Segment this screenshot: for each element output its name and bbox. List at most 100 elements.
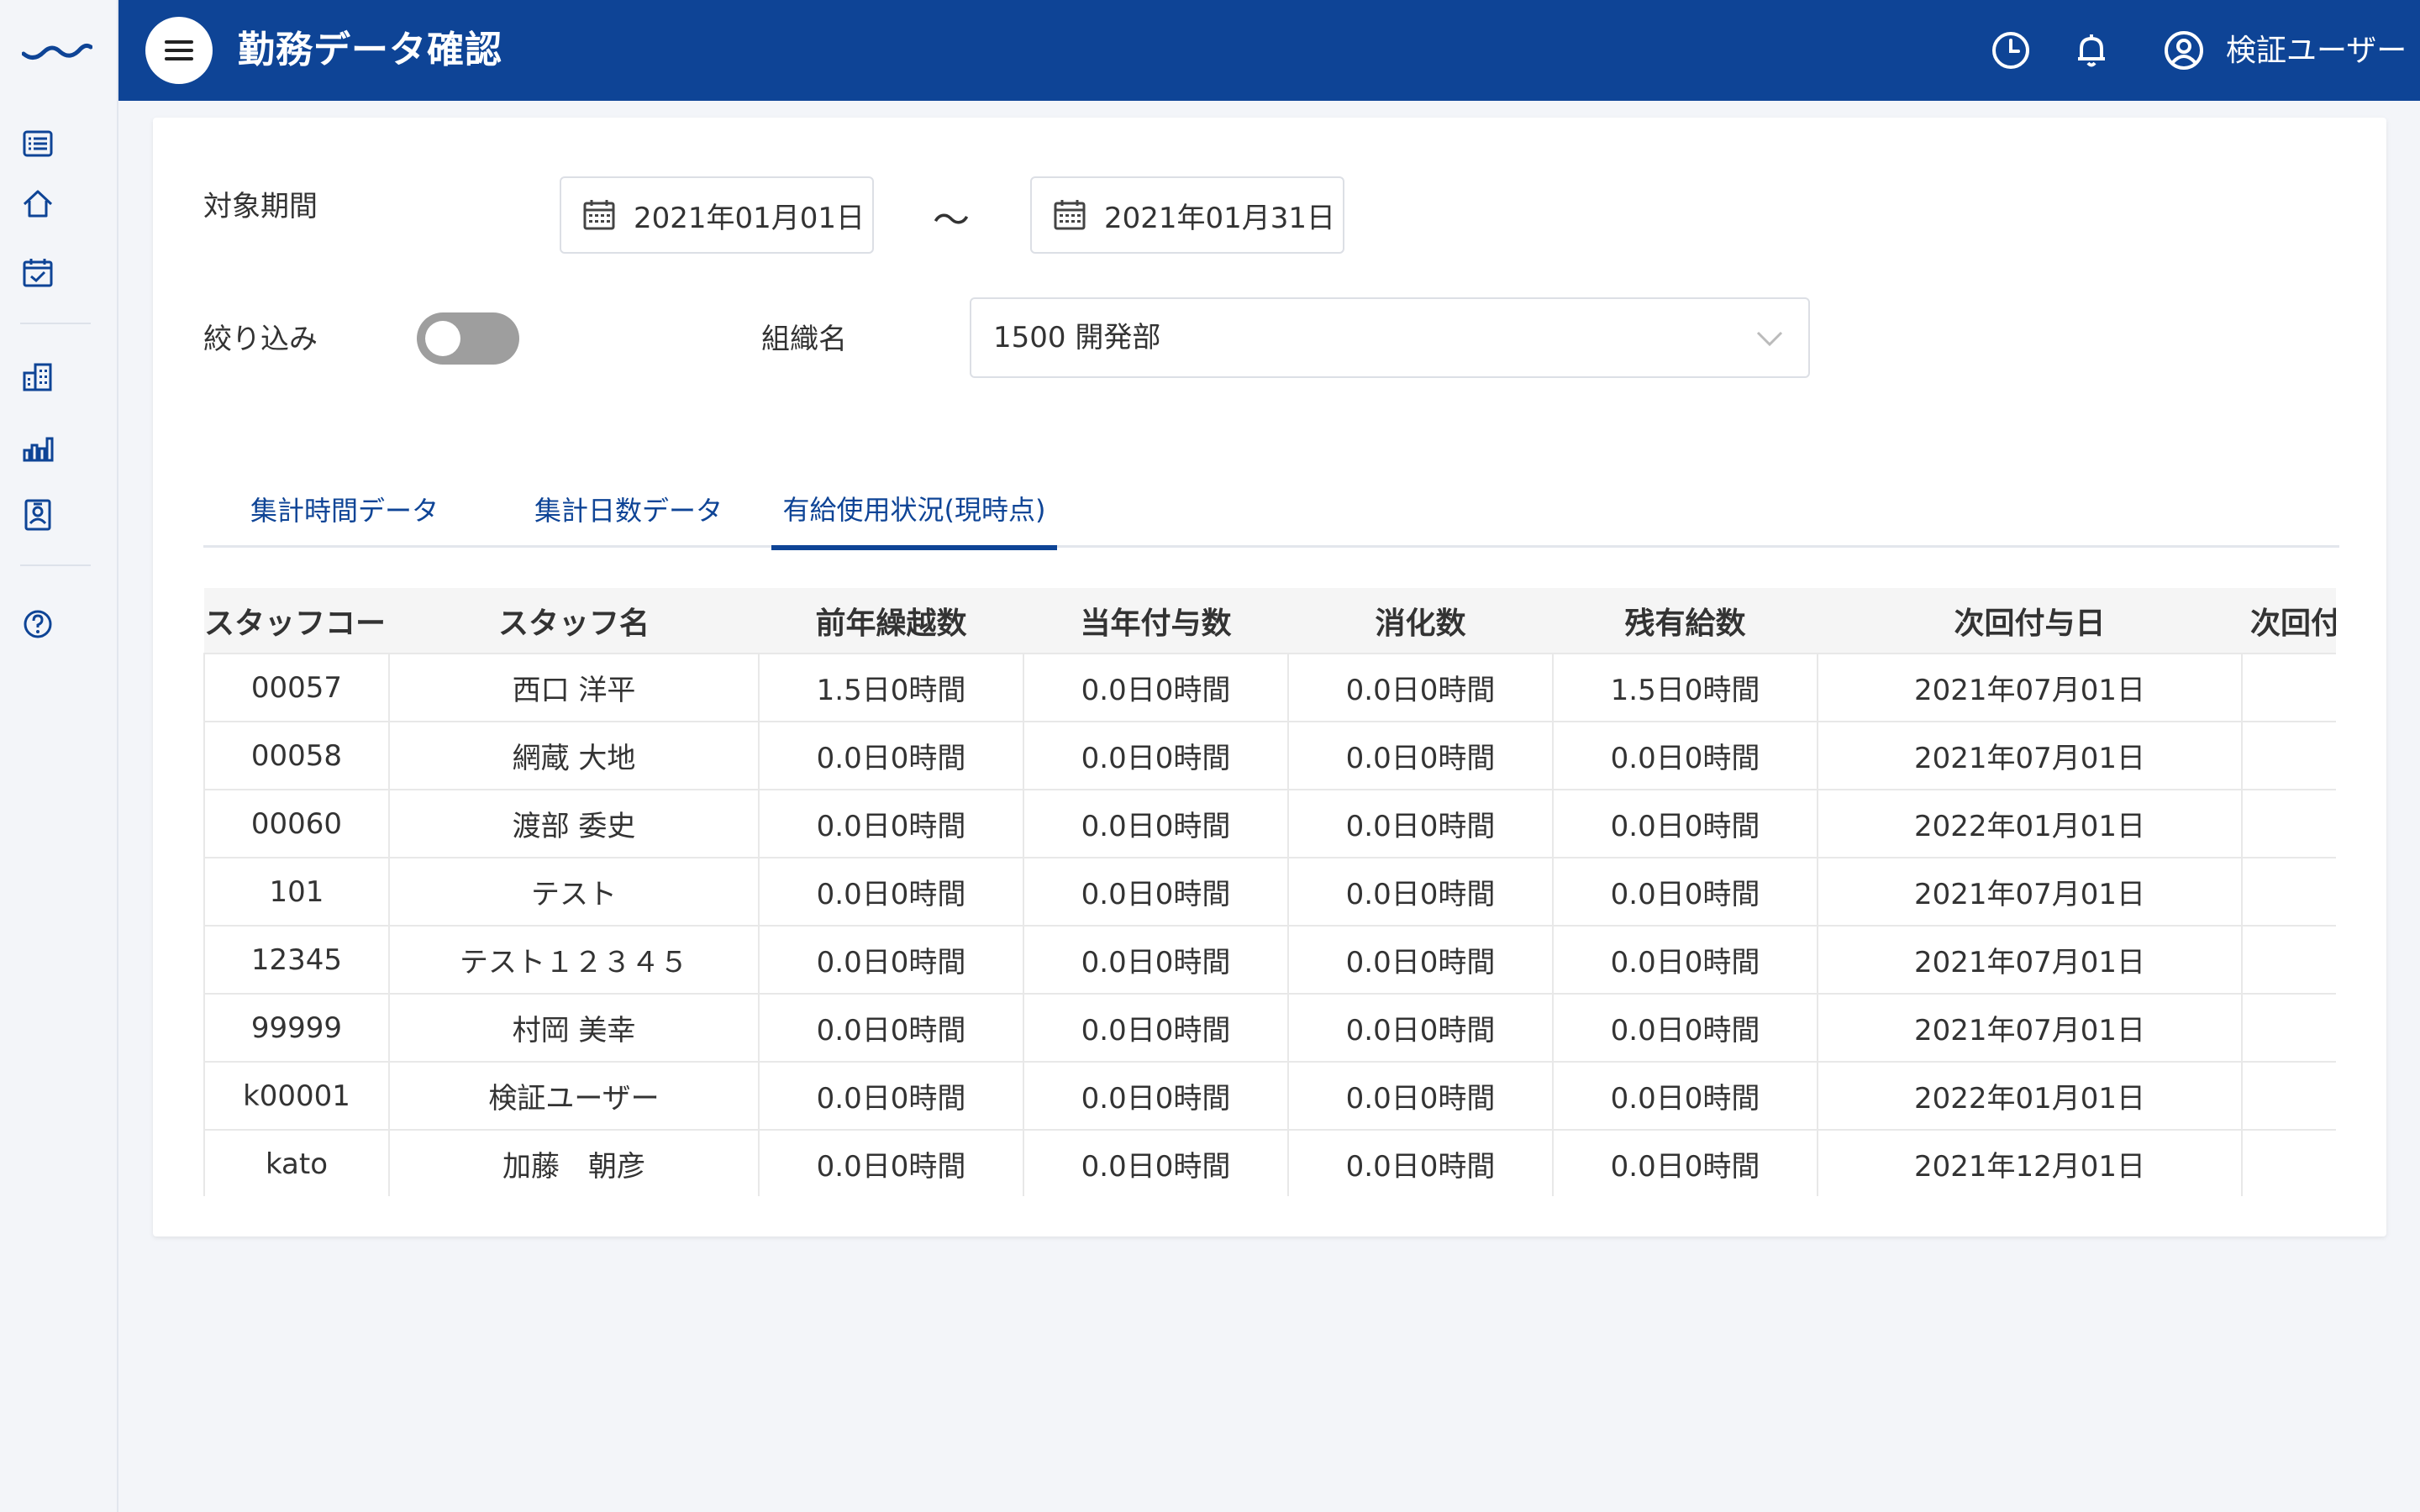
calendar-icon	[1054, 200, 1086, 230]
table-cell: 0.0日0時間	[1023, 1061, 1289, 1131]
table-cell: 0.0日0時間	[1287, 993, 1554, 1063]
table-cell: 99999	[203, 993, 390, 1063]
table-cell	[2241, 653, 2336, 722]
end-date-picker[interactable]: 2021年01月31日	[1030, 176, 1344, 254]
table-cell: 2022年01月01日	[1817, 1061, 2243, 1131]
table-cell: 0.0日0時間	[1552, 857, 1818, 927]
bar-chart-icon[interactable]	[20, 430, 55, 465]
table-cell: 2022年01月01日	[1817, 789, 2243, 858]
table-row[interactable]: 00058 網蔵 大地 0.0日0時間 0.0日0時間 0.0日0時間 0.0日0時間 20…	[203, 721, 2336, 790]
bell-icon[interactable]	[2070, 29, 2113, 72]
table-cell: 加藤 朝彦	[388, 1129, 760, 1196]
org-select[interactable]: 1500 開発部	[970, 297, 1810, 378]
start-date-value: 2021年01月01日	[634, 201, 865, 235]
table-cell: テスト	[388, 857, 760, 927]
tab-aggregate-days[interactable]: 集計日数データ	[486, 470, 771, 548]
table-cell	[2241, 925, 2336, 995]
table-cell: 網蔵 大地	[388, 721, 760, 790]
list-icon[interactable]	[20, 126, 55, 161]
table-cell: 0.0日0時間	[1023, 993, 1289, 1063]
table-cell: 村岡 美幸	[388, 993, 760, 1063]
wave-logo-icon[interactable]	[22, 37, 92, 62]
paid-leave-table: スタッフコード スタッフ名 前年繰越数 当年付与数 消化数 残有給数 次回付与日…	[203, 588, 2336, 1196]
table-cell: 1.5日0時間	[1552, 653, 1818, 722]
column-header[interactable]: 当年付与数	[1023, 588, 1288, 654]
period-label: 対象期間	[203, 190, 318, 223]
table-cell: 0.0日0時間	[758, 857, 1024, 927]
table-row[interactable]: kato 加藤 朝彦 0.0日0時間 0.0日0時間 0.0日0時間 0.0日0時間 202…	[203, 1129, 2336, 1196]
menu-button[interactable]	[145, 17, 213, 84]
table-cell: 00057	[203, 653, 390, 722]
column-header[interactable]: スタッフ名	[389, 588, 759, 654]
table-cell: 0.0日0時間	[1023, 925, 1289, 995]
sidebar	[0, 0, 118, 1512]
column-header[interactable]: 前年繰越数	[759, 588, 1023, 654]
column-header[interactable]: 次回付与日	[1818, 588, 2242, 654]
column-header[interactable]: 残有給数	[1553, 588, 1818, 654]
table-cell: 1.5日0時間	[758, 653, 1024, 722]
narrow-toggle[interactable]	[417, 312, 519, 365]
table-header-row: スタッフコード スタッフ名 前年繰越数 当年付与数 消化数 残有給数 次回付与日…	[204, 588, 2336, 654]
table-cell: 2021年07月01日	[1817, 653, 2243, 722]
table-cell: 0.0日0時間	[1552, 993, 1818, 1063]
org-label: 組織名	[761, 323, 847, 356]
table-cell: 0.0日0時間	[1023, 857, 1289, 927]
table-row[interactable]: 99999 村岡 美幸 0.0日0時間 0.0日0時間 0.0日0時間 0.0日0時間 20…	[203, 993, 2336, 1063]
table-cell: 2021年12月01日	[1817, 1129, 2243, 1196]
table-cell: 2021年07月01日	[1817, 857, 2243, 927]
table-cell: テスト１２３４５	[388, 925, 760, 995]
table-cell: 0.0日0時間	[1023, 721, 1289, 790]
app-header: 勤務データ確認 検証ユーザー	[118, 0, 2420, 101]
start-date-picker[interactable]: 2021年01月01日	[560, 176, 874, 254]
id-badge-icon[interactable]	[20, 497, 55, 533]
tab-bar: 集計時間データ 集計日数データ 有給使用状況(現時点)	[203, 470, 2339, 550]
table-cell	[2241, 789, 2336, 858]
table-row[interactable]: 00057 西口 洋平 1.5日0時間 0.0日0時間 0.0日0時間 1.5日0時間 20…	[203, 653, 2336, 722]
filter-card: 対象期間 2021年01月01日 〜 2021年01月31日 絞り込み 組織名 …	[153, 118, 2386, 1236]
table-cell: 0.0日0時間	[1023, 653, 1289, 722]
table-cell: 0.0日0時間	[1552, 721, 1818, 790]
table-cell: 0.0日0時間	[1552, 1129, 1818, 1196]
tab-aggregate-hours[interactable]: 集計時間データ	[203, 470, 486, 548]
table-cell: 0.0日0時間	[1287, 721, 1554, 790]
sidebar-divider	[20, 564, 91, 566]
table-cell: 0.0日0時間	[758, 925, 1024, 995]
home-icon[interactable]	[20, 186, 55, 222]
table-cell: 0.0日0時間	[758, 1129, 1024, 1196]
user-circle-icon[interactable]	[2162, 29, 2206, 72]
table-cell: 12345	[203, 925, 390, 995]
tab-paid-leave-status[interactable]: 有給使用状況(現時点)	[771, 470, 1057, 550]
table-row[interactable]: 00060 渡部 委史 0.0日0時間 0.0日0時間 0.0日0時間 0.0日0時間 20…	[203, 789, 2336, 858]
table-row[interactable]: 12345 テスト１２３４５ 0.0日0時間 0.0日0時間 0.0日0時間 0.0日0時…	[203, 925, 2336, 995]
table-cell: 0.0日0時間	[758, 993, 1024, 1063]
table-cell: 0.0日0時間	[1287, 857, 1554, 927]
column-header[interactable]: 次回付	[2242, 588, 2336, 654]
user-name[interactable]: 検証ユーザー	[2226, 30, 2407, 72]
table-cell: 0.0日0時間	[1023, 1129, 1289, 1196]
table-cell: 0.0日0時間	[1287, 925, 1554, 995]
chevron-down-icon	[1756, 331, 1783, 347]
table-cell: 00060	[203, 789, 390, 858]
table-row[interactable]: 101 テスト 0.0日0時間 0.0日0時間 0.0日0時間 0.0日0時間 2021年0…	[203, 857, 2336, 927]
clock-icon[interactable]	[1989, 29, 2033, 72]
table-cell: 00058	[203, 721, 390, 790]
table-cell: 0.0日0時間	[758, 721, 1024, 790]
date-separator: 〜	[933, 199, 970, 242]
table-cell: 渡部 委史	[388, 789, 760, 858]
column-header[interactable]: 消化数	[1288, 588, 1553, 654]
table-cell: 0.0日0時間	[758, 1061, 1024, 1131]
table-cell: 0.0日0時間	[1287, 653, 1554, 722]
table-cell: 西口 洋平	[388, 653, 760, 722]
table-cell: 2021年07月01日	[1817, 925, 2243, 995]
table-cell: 2021年07月01日	[1817, 993, 2243, 1063]
table-cell: 2021年07月01日	[1817, 721, 2243, 790]
table-cell	[2241, 857, 2336, 927]
table-row[interactable]: k00001 検証ユーザー 0.0日0時間 0.0日0時間 0.0日0時間 0.0日0時間…	[203, 1061, 2336, 1131]
help-icon[interactable]	[20, 606, 55, 642]
table-cell	[2241, 721, 2336, 790]
table-cell: kato	[203, 1129, 390, 1196]
building-icon[interactable]	[20, 360, 55, 395]
table-cell: 検証ユーザー	[388, 1061, 760, 1131]
column-header[interactable]: スタッフコード	[204, 588, 389, 654]
calendar-check-icon[interactable]	[20, 255, 55, 291]
